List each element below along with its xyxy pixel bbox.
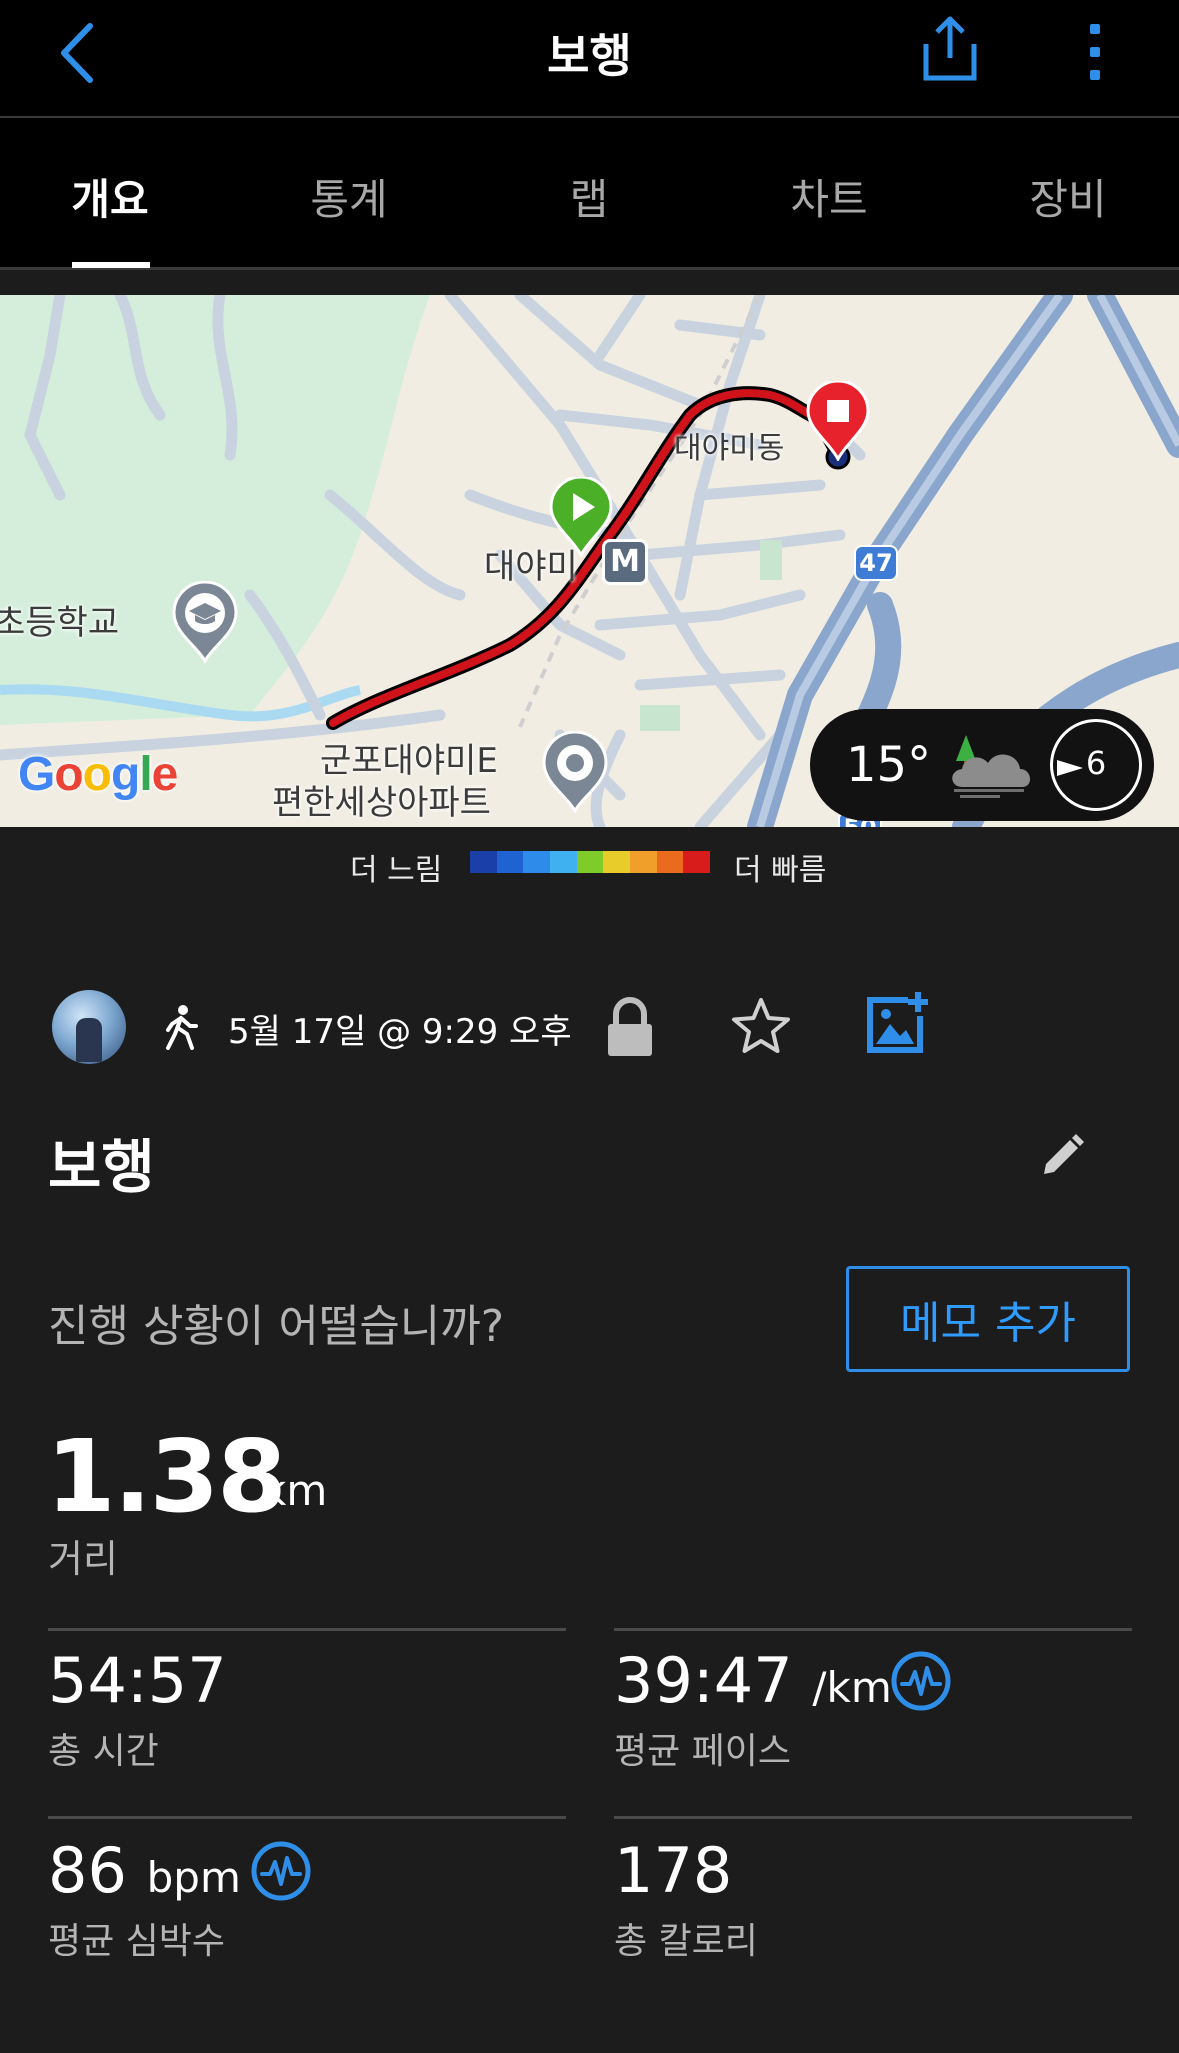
lock-icon[interactable] — [604, 996, 656, 1058]
more-options-button[interactable] — [1070, 20, 1120, 84]
pace-legend: 더 느림 더 빠름 — [0, 827, 1179, 897]
avg-heart-rate-value: 86 bpm — [48, 1834, 241, 1907]
tab-overview[interactable]: 개요 — [0, 166, 230, 227]
google-logo: Google — [18, 748, 178, 801]
avatar[interactable] — [52, 990, 126, 1064]
separator — [0, 273, 1179, 295]
page-title: 보행 — [547, 29, 632, 83]
avg-pace-label: 평균 페이스 — [614, 1731, 792, 1772]
weather-badge: 15° 6 — [810, 709, 1154, 821]
pulse-icon[interactable] — [890, 1650, 952, 1712]
avg-heart-rate-label: 평균 심박수 — [48, 1921, 226, 1962]
walking-icon — [166, 1005, 198, 1050]
tab-charts[interactable]: 차트 — [709, 166, 949, 227]
distance-unit: km — [262, 1466, 328, 1515]
avatar-figure — [76, 1018, 102, 1062]
legend-slow-label: 더 느림 — [350, 853, 443, 888]
weather-temperature: 15° — [846, 737, 932, 793]
distance-value: 1.38 — [46, 1418, 287, 1535]
tab-gear[interactable]: 장비 — [948, 166, 1179, 227]
calories-label: 총 칼로리 — [614, 1921, 758, 1962]
avg-hr-number: 86 — [48, 1834, 127, 1907]
avg-pace-unit: /km — [812, 1663, 892, 1712]
divider — [48, 1816, 566, 1819]
tab-stats[interactable]: 통계 — [229, 166, 469, 227]
map-label-school: 초등학교 — [0, 603, 120, 643]
avg-pace-number: 39:47 — [614, 1644, 793, 1717]
school-icon[interactable] — [172, 581, 238, 663]
star-icon[interactable] — [730, 996, 792, 1056]
tab-laps[interactable]: 랩 — [469, 166, 709, 227]
tab-bar: 개요 통계 랩 차트 장비 — [0, 118, 1179, 270]
avg-pace-value: 39:47 /km — [614, 1644, 892, 1717]
legend-fast-label: 더 빠름 — [734, 853, 827, 888]
more-vertical-icon — [1090, 24, 1100, 80]
total-time-label: 총 시간 — [48, 1731, 159, 1772]
add-photo-icon[interactable] — [864, 990, 930, 1056]
route-map[interactable]: M 47 50 대야미동 대야미 초등학교 군포대야미E 편한세상아파트 Goo… — [0, 295, 1179, 827]
avg-hr-unit: bpm — [146, 1853, 241, 1902]
map-label-neighborhood: 대야미동 — [674, 431, 785, 466]
legend-color-bar — [470, 851, 711, 873]
heart-rate-pulse-icon[interactable] — [250, 1840, 312, 1902]
calories-value: 178 — [614, 1834, 733, 1907]
share-button[interactable] — [920, 14, 980, 84]
progress-prompt: 진행 상황이 어떨습니까? — [48, 1301, 505, 1352]
total-time-value: 54:57 — [48, 1644, 227, 1717]
finish-marker-icon[interactable] — [806, 381, 870, 461]
divider — [614, 1628, 1132, 1631]
map-label-station: 대야미 — [484, 547, 578, 587]
top-app-bar: 보행 — [0, 0, 1179, 118]
add-note-button[interactable]: 메모 추가 — [846, 1266, 1130, 1372]
distance-label: 거리 — [48, 1537, 118, 1581]
wind-speed: 6 — [1085, 744, 1107, 782]
pencil-icon[interactable] — [1040, 1132, 1086, 1178]
share-icon — [923, 16, 977, 81]
metro-station-badge[interactable]: M — [602, 539, 648, 585]
cloudy-night-icon — [952, 735, 1031, 798]
divider — [48, 1628, 566, 1631]
place-pin-icon[interactable] — [542, 731, 608, 813]
map-label-apartment-2: 편한세상아파트 — [272, 783, 491, 823]
route-shield: 47 — [854, 545, 898, 581]
activity-title: 보행 — [48, 1133, 155, 1201]
divider — [614, 1816, 1132, 1819]
activity-date: 5월 17일 @ 9:29 오후 — [228, 1012, 572, 1052]
active-tab-indicator — [72, 262, 150, 268]
wind-indicator: 6 — [1050, 719, 1142, 811]
